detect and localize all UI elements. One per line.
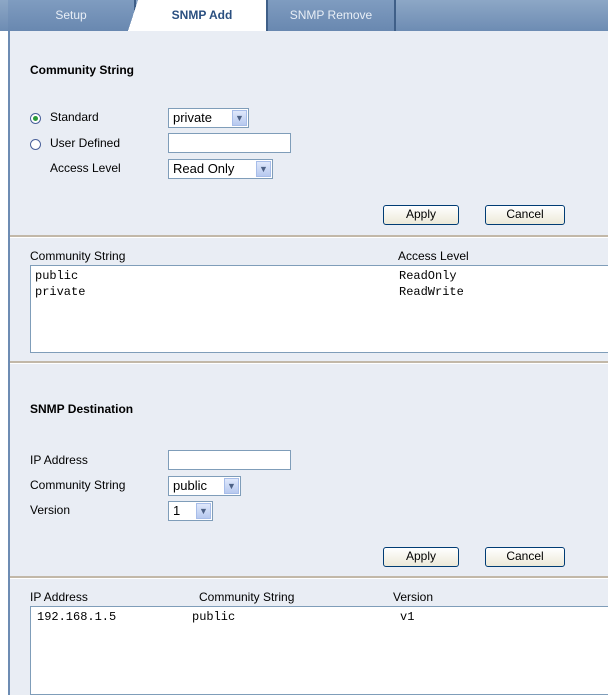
user-defined-input[interactable] [168, 133, 291, 153]
community-list-header-name: Community String [30, 249, 126, 263]
tab-snmp-add[interactable]: SNMP Add [128, 0, 268, 31]
list-item[interactable]: public [192, 610, 235, 624]
chevron-down-icon[interactable]: ▼ [196, 503, 211, 519]
community-section-title: Community String [30, 63, 134, 77]
chevron-down-icon[interactable]: ▼ [224, 478, 239, 494]
tab-snmp-remove[interactable]: SNMP Remove [268, 0, 396, 31]
community-apply-button[interactable]: Apply [383, 205, 459, 225]
version-value: 1 [173, 503, 181, 518]
access-level-value: Read Only [173, 161, 235, 176]
divider [10, 361, 608, 364]
community-cancel-button[interactable]: Cancel [485, 205, 565, 225]
standard-community-select[interactable]: private ▼ [168, 108, 249, 128]
divider [10, 235, 608, 238]
list-item[interactable]: ReadWrite [399, 285, 464, 299]
destination-community-select[interactable]: public ▼ [168, 476, 241, 496]
access-level-select[interactable]: Read Only ▼ [168, 159, 273, 179]
snmp-add-panel: Community String Standard private ▼ User… [8, 31, 608, 695]
destination-section-title: SNMP Destination [30, 402, 134, 416]
tab-bar: Setup SNMP Add SNMP Remove [0, 0, 608, 31]
version-label: Version [30, 503, 71, 517]
ip-address-label: IP Address [30, 453, 88, 467]
version-select[interactable]: 1 ▼ [168, 501, 213, 521]
destination-apply-button[interactable]: Apply [383, 547, 459, 567]
destination-community-label: Community String [30, 478, 126, 492]
chevron-down-icon[interactable]: ▼ [256, 161, 271, 177]
destination-community-value: public [173, 478, 207, 493]
destination-list-header-ip: IP Address [30, 590, 88, 604]
destination-list-header-version: Version [393, 590, 434, 604]
ip-address-input[interactable] [168, 450, 291, 470]
community-list-header-access: Access Level [398, 249, 469, 263]
destination-list-header-community: Community String [199, 590, 295, 604]
destination-cancel-button[interactable]: Cancel [485, 547, 565, 567]
list-item[interactable]: ReadOnly [399, 269, 457, 283]
community-list[interactable]: public ReadOnly private ReadWrite [30, 265, 608, 353]
list-item[interactable]: v1 [400, 610, 414, 624]
standard-radio[interactable] [30, 113, 41, 124]
standard-label: Standard [50, 110, 99, 124]
tab-setup[interactable]: Setup [8, 0, 136, 31]
chevron-down-icon[interactable]: ▼ [232, 110, 247, 126]
divider [10, 576, 608, 579]
user-defined-label: User Defined [50, 136, 121, 150]
destination-list[interactable]: 192.168.1.5 public v1 [30, 606, 608, 695]
list-item[interactable]: public [35, 269, 78, 283]
user-defined-radio[interactable] [30, 139, 41, 150]
list-item[interactable]: private [35, 285, 85, 299]
standard-community-value: private [173, 110, 213, 125]
list-item[interactable]: 192.168.1.5 [37, 610, 116, 624]
access-level-label: Access Level [50, 161, 121, 175]
